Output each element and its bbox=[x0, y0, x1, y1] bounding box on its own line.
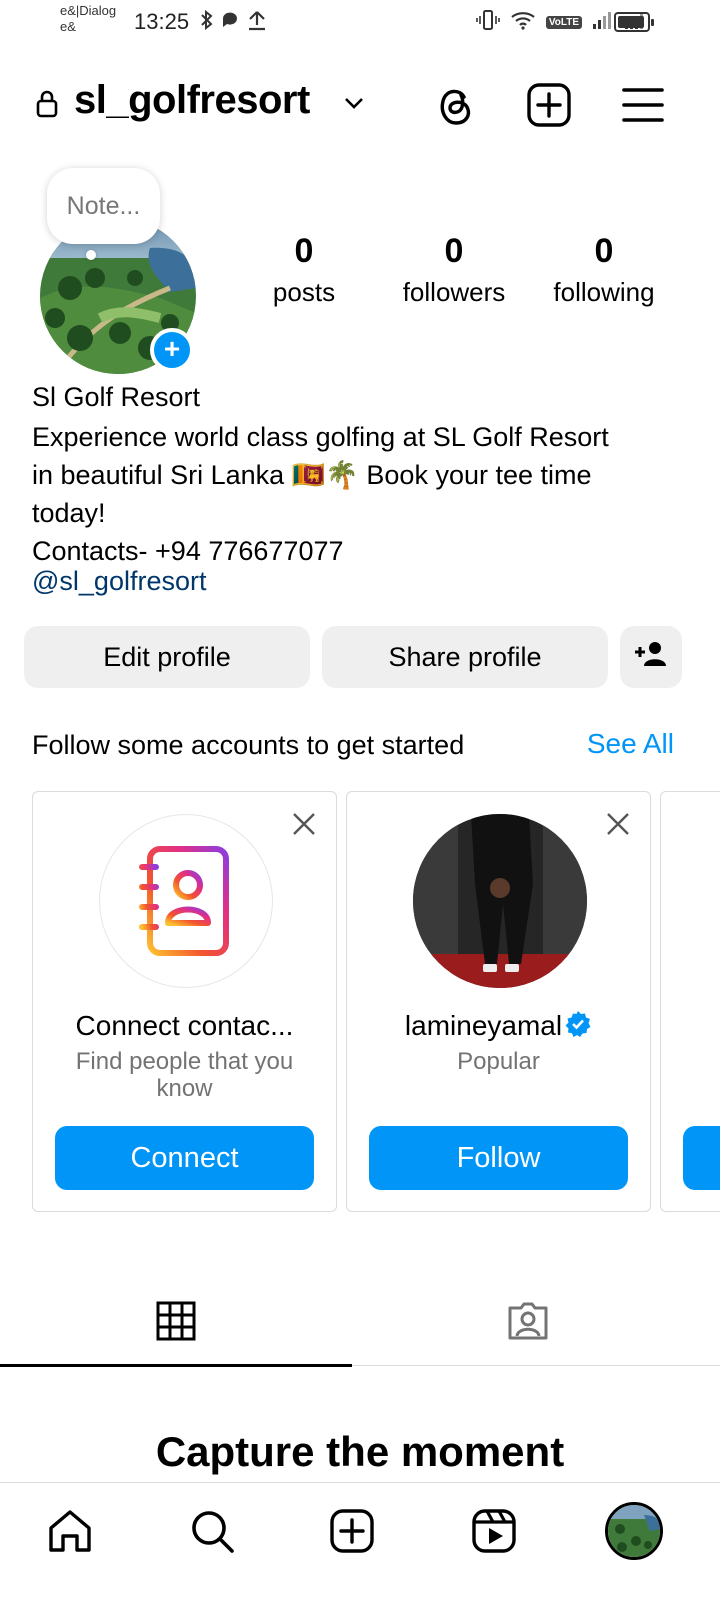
stat-following[interactable]: 0 following bbox=[524, 232, 684, 308]
reels-icon[interactable] bbox=[464, 1501, 524, 1561]
grid-tab[interactable] bbox=[0, 1280, 352, 1367]
stat-posts-label: posts bbox=[272, 277, 336, 307]
discover-people-button[interactable] bbox=[620, 626, 682, 688]
bio: Experience world class golfing at SL Gol… bbox=[32, 418, 692, 570]
partial-follow-button[interactable] bbox=[683, 1126, 720, 1190]
tagged-tab[interactable] bbox=[352, 1280, 704, 1366]
close-icon[interactable] bbox=[290, 810, 318, 838]
verified-badge-icon bbox=[564, 1010, 592, 1045]
carrier-label: e&|Dialog e& bbox=[60, 3, 117, 34]
chevron-down-icon[interactable] bbox=[344, 96, 364, 115]
add-story-button[interactable]: + bbox=[150, 328, 194, 372]
wifi-icon bbox=[510, 10, 536, 35]
bottom-navigation bbox=[0, 1482, 720, 1600]
stat-following-label: following bbox=[553, 277, 655, 307]
bio-line: Experience world class golfing at SL Gol… bbox=[32, 422, 609, 452]
share-profile-button[interactable]: Share profile bbox=[322, 626, 608, 688]
stat-followers-label: followers bbox=[402, 277, 506, 307]
add-person-icon bbox=[634, 641, 668, 674]
suggested-user-avatar[interactable] bbox=[413, 814, 587, 988]
chat-bubble-icon bbox=[220, 10, 240, 35]
stat-posts-count: 0 bbox=[294, 232, 314, 270]
profile-tabs bbox=[0, 1280, 720, 1367]
create-post-icon[interactable] bbox=[524, 80, 574, 130]
suggestion-card-partial bbox=[660, 791, 720, 1212]
empty-state-title: Capture the moment bbox=[155, 1428, 565, 1475]
note-bubble-tail bbox=[86, 250, 96, 260]
card-subtitle: Find people that you know bbox=[75, 1048, 294, 1102]
profile-header: sl_golfresort bbox=[0, 70, 720, 140]
contacts-book-icon bbox=[99, 814, 273, 988]
status-icons-left bbox=[200, 9, 268, 36]
vibrate-icon bbox=[476, 9, 500, 36]
signal-icon-1 bbox=[592, 10, 614, 35]
battery-icon bbox=[614, 12, 654, 32]
edit-profile-button[interactable]: Edit profile bbox=[24, 626, 310, 688]
status-bar: e&|Dialog e& 13:25 VoLTE bbox=[0, 0, 720, 44]
status-time: 13:25 bbox=[134, 9, 190, 34]
grid-icon bbox=[156, 1301, 196, 1346]
card-title: lamineyamal bbox=[347, 1010, 650, 1045]
see-all-link[interactable]: See All bbox=[587, 728, 674, 760]
suggestion-card-contacts: Connect contac... Find people that you k… bbox=[32, 791, 337, 1212]
lock-icon bbox=[36, 90, 58, 123]
volte-badge: VoLTE bbox=[545, 16, 582, 29]
profile-tab[interactable] bbox=[604, 1501, 664, 1561]
note-bubble[interactable]: Note... bbox=[47, 168, 160, 244]
stat-followers[interactable]: 0 followers bbox=[374, 232, 534, 308]
stat-following-count: 0 bbox=[594, 232, 614, 270]
search-icon[interactable] bbox=[182, 1501, 242, 1561]
close-icon[interactable] bbox=[604, 810, 632, 838]
stat-followers-count: 0 bbox=[444, 232, 464, 270]
profile-avatar-small bbox=[605, 1502, 663, 1560]
card-subtitle: Popular bbox=[457, 1048, 540, 1075]
follow-button[interactable]: Follow bbox=[369, 1126, 628, 1190]
suggestion-card-user: lamineyamal Popular Follow bbox=[346, 791, 651, 1212]
suggestions-title: Follow some accounts to get started bbox=[32, 730, 465, 760]
account-switcher-username[interactable]: sl_golfresort bbox=[74, 78, 310, 123]
suggested-username[interactable]: lamineyamal bbox=[405, 1010, 562, 1041]
active-tab-indicator bbox=[0, 1364, 352, 1367]
home-icon[interactable] bbox=[40, 1501, 100, 1561]
upload-icon bbox=[246, 9, 268, 36]
profile-handle-link[interactable]: @sl_golfresort bbox=[32, 566, 206, 597]
menu-icon[interactable] bbox=[618, 80, 668, 130]
threads-icon[interactable] bbox=[430, 80, 480, 130]
bio-line: in beautiful Sri Lanka 🇱🇰🌴 Book your tee… bbox=[32, 460, 592, 490]
connect-button[interactable]: Connect bbox=[55, 1126, 314, 1190]
bio-line: today! bbox=[32, 498, 106, 528]
stat-posts[interactable]: 0 posts bbox=[224, 232, 384, 308]
tagged-person-icon bbox=[506, 1300, 550, 1347]
create-icon[interactable] bbox=[322, 1501, 382, 1561]
display-name: Sl Golf Resort bbox=[32, 382, 201, 412]
bluetooth-icon bbox=[200, 9, 214, 35]
bio-line: Contacts- +94 776677077 bbox=[32, 536, 344, 566]
card-title: Connect contac... bbox=[75, 1010, 294, 1041]
